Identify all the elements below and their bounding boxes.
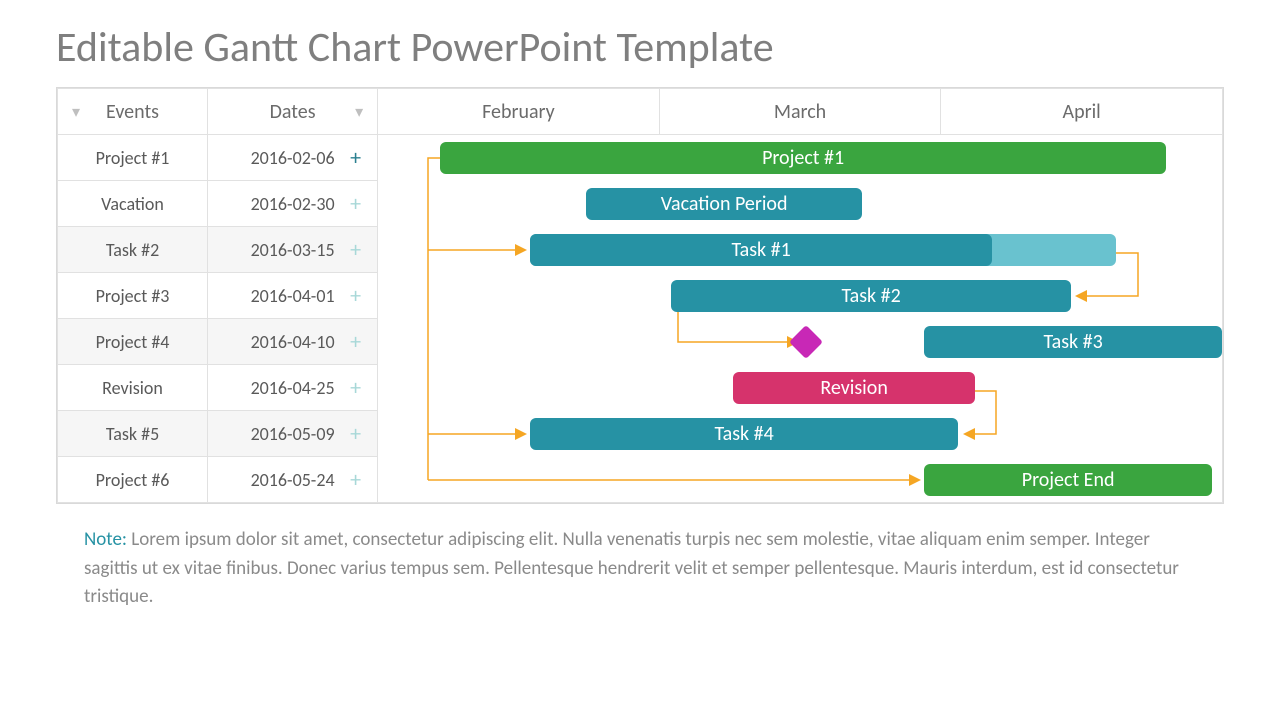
page-title: Editable Gantt Chart PowerPoint Template bbox=[56, 22, 1224, 73]
date-text: 2016-03-15 bbox=[251, 239, 335, 261]
plus-icon[interactable]: + bbox=[350, 423, 361, 445]
event-cell: Project #3 bbox=[58, 273, 208, 319]
date-text: 2016-02-06 bbox=[251, 147, 335, 169]
bar-task1[interactable]: Task #1 bbox=[530, 234, 992, 266]
event-cell: Project #1 bbox=[58, 135, 208, 181]
plus-icon[interactable]: + bbox=[350, 147, 361, 169]
table-row: Project #1 2016-02-06 + bbox=[58, 135, 1223, 181]
chevron-down-icon[interactable]: ▾ bbox=[355, 102, 363, 122]
date-cell: 2016-04-01 + bbox=[208, 273, 378, 319]
event-cell: Vacation bbox=[58, 181, 208, 227]
date-text: 2016-05-24 bbox=[251, 469, 335, 491]
header-month-apr: April bbox=[941, 89, 1223, 135]
date-text: 2016-04-01 bbox=[251, 285, 335, 307]
date-text: 2016-04-25 bbox=[251, 377, 335, 399]
plus-icon[interactable]: + bbox=[350, 239, 361, 261]
plus-icon[interactable]: + bbox=[350, 469, 361, 491]
event-cell: Task #2 bbox=[58, 227, 208, 273]
date-cell: 2016-02-30 + bbox=[208, 181, 378, 227]
event-cell: Task #5 bbox=[58, 411, 208, 457]
date-cell: 2016-05-09 + bbox=[208, 411, 378, 457]
milestone-diamond-icon[interactable] bbox=[789, 325, 823, 359]
note-label: Note: bbox=[84, 528, 127, 551]
date-cell: 2016-02-06 + bbox=[208, 135, 378, 181]
slide: Editable Gantt Chart PowerPoint Template… bbox=[0, 0, 1280, 612]
date-text: 2016-04-10 bbox=[251, 331, 335, 353]
plus-icon[interactable]: + bbox=[350, 193, 361, 215]
date-cell: 2016-03-15 + bbox=[208, 227, 378, 273]
date-text: 2016-05-09 bbox=[251, 423, 335, 445]
header-dates[interactable]: Dates ▾ bbox=[208, 89, 378, 135]
header-events-label: Events bbox=[106, 100, 159, 124]
header-dates-label: Dates bbox=[270, 100, 316, 124]
note-body: Lorem ipsum dolor sit amet, consectetur … bbox=[84, 528, 1179, 608]
header-month-feb: February bbox=[378, 89, 660, 135]
date-cell: 2016-04-10 + bbox=[208, 319, 378, 365]
bar-task2[interactable]: Task #2 bbox=[671, 280, 1071, 312]
bar-revision[interactable]: Revision bbox=[733, 372, 975, 404]
gantt-table: ▾ Events Dates ▾ February March April Pr… bbox=[56, 87, 1224, 504]
header-month-mar: March bbox=[659, 89, 941, 135]
bar-project1[interactable]: Project #1 bbox=[440, 142, 1166, 174]
date-cell: 2016-05-24 + bbox=[208, 457, 378, 503]
bar-task4[interactable]: Task #4 bbox=[530, 418, 958, 450]
header-events[interactable]: ▾ Events bbox=[58, 89, 208, 135]
chevron-down-icon[interactable]: ▾ bbox=[72, 102, 80, 122]
plus-icon[interactable]: + bbox=[350, 377, 361, 399]
date-cell: 2016-04-25 + bbox=[208, 365, 378, 411]
timeline-area: Project #1 Vacation Period Task #1 Task … bbox=[378, 135, 1223, 503]
plus-icon[interactable]: + bbox=[350, 331, 361, 353]
event-cell: Project #6 bbox=[58, 457, 208, 503]
bar-task3[interactable]: Task #3 bbox=[924, 326, 1222, 358]
event-cell: Project #4 bbox=[58, 319, 208, 365]
footnote: Note: Lorem ipsum dolor sit amet, consec… bbox=[84, 526, 1196, 612]
event-cell: Revision bbox=[58, 365, 208, 411]
bar-projectend[interactable]: Project End bbox=[924, 464, 1212, 496]
plus-icon[interactable]: + bbox=[350, 285, 361, 307]
date-text: 2016-02-30 bbox=[251, 193, 335, 215]
bar-vacation[interactable]: Vacation Period bbox=[586, 188, 862, 220]
